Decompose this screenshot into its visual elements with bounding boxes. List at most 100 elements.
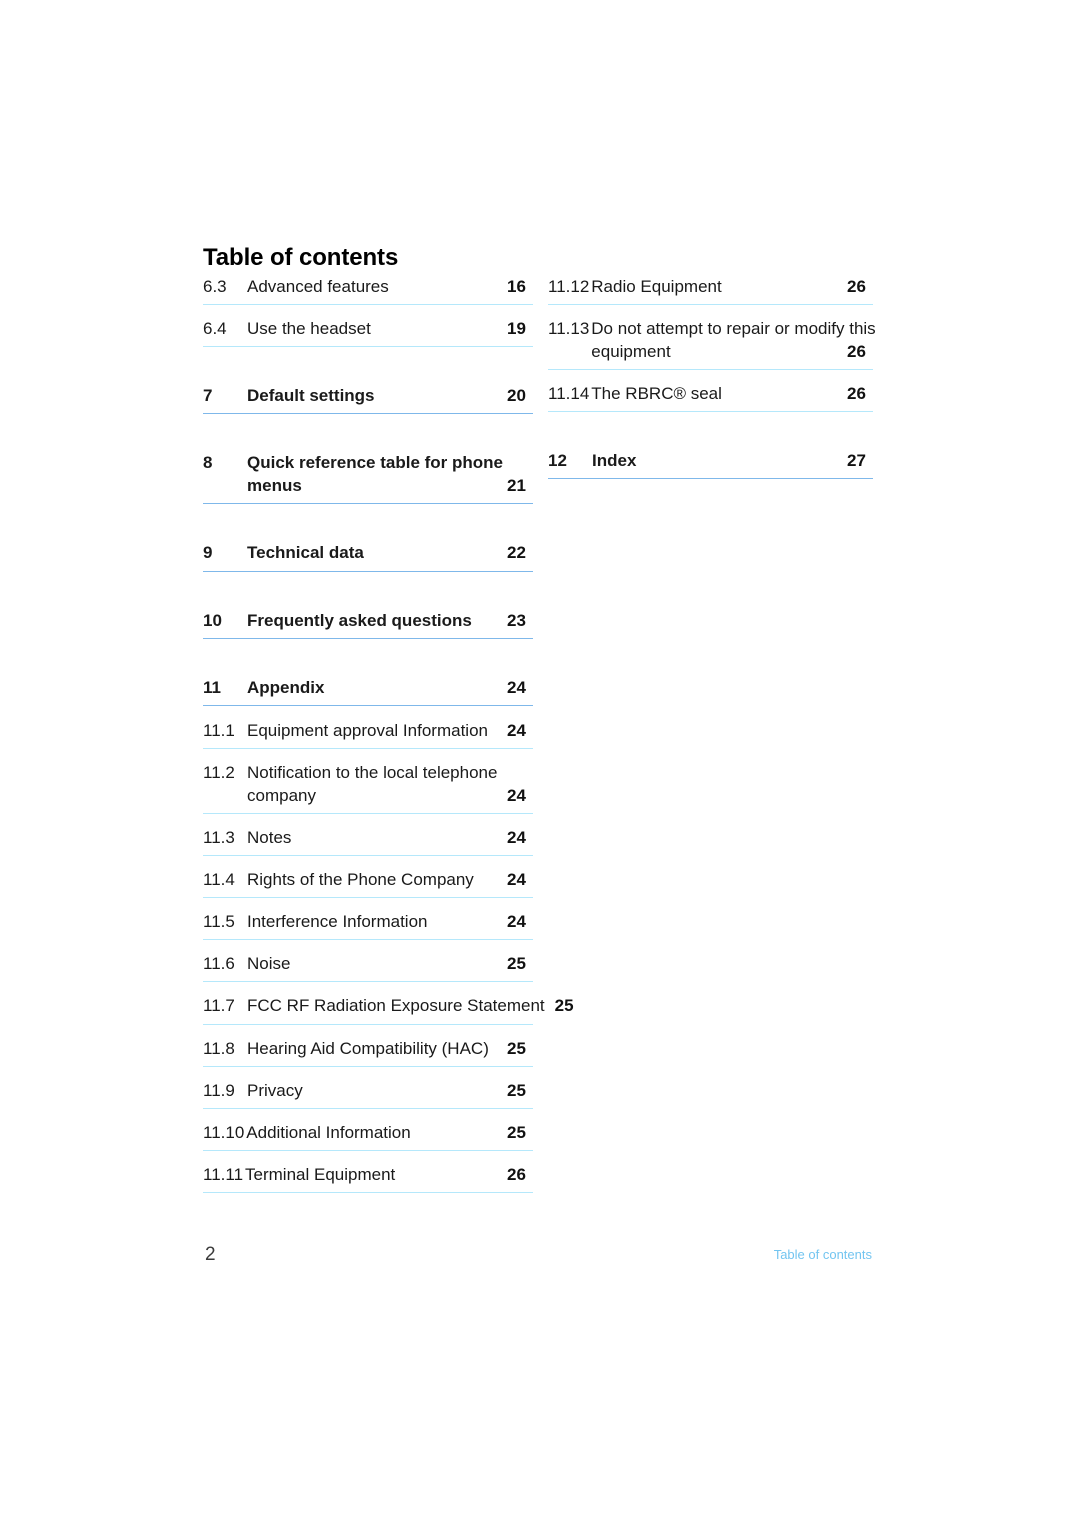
toc-entry[interactable]: 8 Quick reference table for phone8 menus 21	[203, 452, 533, 505]
toc-entry-page-number: 26	[847, 277, 866, 296]
toc-entry-title: Terminal Equipment	[245, 1164, 396, 1184]
toc-entry-title: Radio Equipment	[591, 277, 722, 296]
toc-entry[interactable]: 11.1 Equipment approval Information 24	[203, 720, 533, 749]
toc-entry-page-number: 25	[507, 954, 526, 974]
toc-entry-row: 11.7 FCC RF Radiation Exposure Statement 2…	[203, 995, 574, 1017]
toc-entry[interactable]: 7 Default settings 20	[203, 385, 533, 415]
toc-entry-number: 11	[203, 677, 221, 697]
toc-entry-page-number: 24	[507, 677, 526, 697]
toc-entry[interactable]: 11.10 Additional Information 25	[203, 1122, 533, 1151]
toc-entry[interactable]: 11.5 Interference Information 24	[203, 911, 533, 941]
toc-entry-page-number: 25	[554, 996, 574, 1016]
toc-entry[interactable]: 11 Appendix 24	[203, 677, 533, 706]
toc-entry-title: Default settings	[247, 386, 375, 406]
toc-entry-row: 11.5 Interference Information 24	[203, 911, 533, 933]
toc-entry-title-line2: equipment	[591, 342, 671, 362]
toc-entry[interactable]: 11.8 Hearing Aid Compatibility (HAC) 25	[203, 1038, 533, 1067]
toc-entry-number: 11.3	[203, 828, 235, 848]
toc-entry-row: 11.13 Do not attempt to repair or modify …	[548, 318, 876, 340]
toc-entry-row-continuation: 11.2company24	[203, 785, 533, 807]
toc-entry-title: Do not attempt to repair or modify this	[591, 319, 876, 339]
toc-entry-number: 11.8	[203, 1038, 235, 1058]
toc-entry-page-number: 24	[507, 912, 526, 932]
toc-entry[interactable]: 6.4 Use the headset 19	[203, 318, 533, 348]
toc-entry-number: 11.4	[203, 870, 235, 890]
toc-entry-title: Quick reference table for phone	[247, 453, 504, 473]
toc-entry[interactable]: 11.12 Radio Equipment 26	[548, 276, 873, 306]
toc-entry-row: 6.4 Use the headset 19	[203, 318, 533, 340]
toc-entry[interactable]: 11.2 Notification to the local telephone 1…	[203, 762, 533, 815]
toc-entry[interactable]: 10 Frequently asked questions 23	[203, 610, 533, 639]
toc-entry-row: 6.3 Advanced features 16	[203, 276, 533, 298]
toc-entry[interactable]: 11.3 Notes 24	[203, 827, 533, 857]
toc-entry-row: 11.6 Noise 25	[203, 953, 533, 975]
toc-entry-number: 11.13	[548, 319, 590, 339]
toc-entry-title: Equipment approval Information	[247, 720, 488, 740]
toc-entry-row: 12 Index 27	[548, 450, 873, 472]
toc-entry[interactable]: 11.7 FCC RF Radiation Exposure Statement 2…	[203, 995, 574, 1025]
toc-entry-title: Notification to the local telephone	[247, 762, 498, 782]
toc-entry[interactable]: 11.9 Privacy 25	[203, 1080, 533, 1109]
toc-entry-number: 11.9	[203, 1080, 235, 1100]
toc-entry-title: Advanced features	[247, 277, 389, 296]
toc-entry-row: 8 Quick reference table for phone	[203, 452, 533, 474]
toc-entry-number: 11.10	[203, 1122, 245, 1142]
toc-entry-page-number: 26	[507, 1164, 526, 1184]
toc-entry-title: Hearing Aid Compatibility (HAC)	[247, 1038, 489, 1058]
toc-entry-number: 6.3	[203, 277, 227, 296]
toc-entry-title: Appendix	[247, 677, 325, 697]
toc-entry-row: 11 Appendix 24	[203, 677, 533, 699]
toc-entry-page-number: 24	[507, 828, 526, 848]
toc-entry[interactable]: 11.11 Terminal Equipment 26	[203, 1164, 533, 1193]
toc-entry-row: 9 Technical data 22	[203, 542, 533, 564]
toc-entry-number: 11.2	[203, 762, 235, 782]
toc-entry-page-number: 20	[507, 386, 526, 406]
toc-entry-title: Additional Information	[246, 1122, 411, 1142]
toc-entry-title: The RBRC® seal	[591, 384, 722, 404]
toc-entry[interactable]: 12 Index 27	[548, 450, 873, 480]
toc-entry-number: 11.1	[203, 720, 235, 740]
toc-entry-number: 11.12	[548, 277, 590, 296]
toc-entry[interactable]: 9 Technical data 22	[203, 542, 533, 572]
toc-entry-number: 9	[203, 543, 213, 563]
toc-entry-page-number: 24	[507, 870, 526, 890]
toc-entry[interactable]: 11.13 Do not attempt to repair or modify …	[548, 318, 876, 371]
toc-column-left: 6.3 Advanced features 16 6.4 Use the headset…	[203, 276, 574, 1193]
toc-entry-row: 11.4 Rights of the Phone Company 24	[203, 869, 533, 891]
toc-entry-row-continuation: 8menus21	[203, 475, 533, 497]
toc-entry[interactable]: 11.4 Rights of the Phone Company 24	[203, 869, 533, 899]
toc-entry[interactable]: 6.3 Advanced features 16	[203, 276, 533, 306]
toc-entry[interactable]: 11.6 Noise 25	[203, 953, 533, 983]
toc-entry-row: 11.9 Privacy 25	[203, 1080, 533, 1102]
toc-entry[interactable]: 11.14 The RBRC® seal 26	[548, 383, 873, 413]
toc-entry-row-continuation: 11.13equipment26	[548, 341, 873, 363]
toc-entry-number: 10	[203, 610, 222, 630]
page-title: Table of contents	[203, 244, 399, 271]
toc-entry-number: 11.5	[203, 912, 235, 932]
toc-entry-number: 11.11	[203, 1164, 244, 1184]
toc-entry-row: 11.14 The RBRC® seal 26	[548, 383, 873, 405]
toc-entry-page-number: 22	[507, 543, 526, 563]
toc-entry-title: FCC RF Radiation Exposure Statement	[247, 996, 545, 1016]
toc-entry-page-number: 26	[847, 384, 866, 404]
toc-entry-page-number: 26	[847, 342, 866, 362]
footer-page-number: 2	[205, 1244, 216, 1265]
toc-entry-row: 11.1 Equipment approval Information 24	[203, 720, 533, 742]
toc-entry-number: 6.4	[203, 319, 227, 339]
toc-entry-row: 11.11 Terminal Equipment 26	[203, 1164, 533, 1186]
toc-entry-title: Index	[592, 451, 637, 471]
toc-entry-row: 7 Default settings 20	[203, 385, 533, 407]
footer-section-label: Table of contents	[773, 1247, 872, 1262]
toc-entry-page-number: 25	[507, 1038, 526, 1058]
toc-entry-row: 11.8 Hearing Aid Compatibility (HAC) 25	[203, 1038, 533, 1060]
toc-entry-page-number: 24	[507, 785, 526, 805]
toc-entry-row: 11.3 Notes 24	[203, 827, 533, 849]
toc-entry-title-line2: menus	[247, 476, 302, 496]
toc-entry-page-number: 23	[507, 610, 526, 630]
toc-entry-number: 8	[203, 453, 213, 473]
toc-entry-page-number: 24	[507, 720, 526, 740]
toc-entry-title: Interference Information	[247, 912, 428, 932]
toc-entry-row: 11.10 Additional Information 25	[203, 1122, 533, 1144]
toc-entry-page-number: 21	[507, 476, 526, 496]
toc-entry-title: Technical data	[247, 543, 364, 563]
